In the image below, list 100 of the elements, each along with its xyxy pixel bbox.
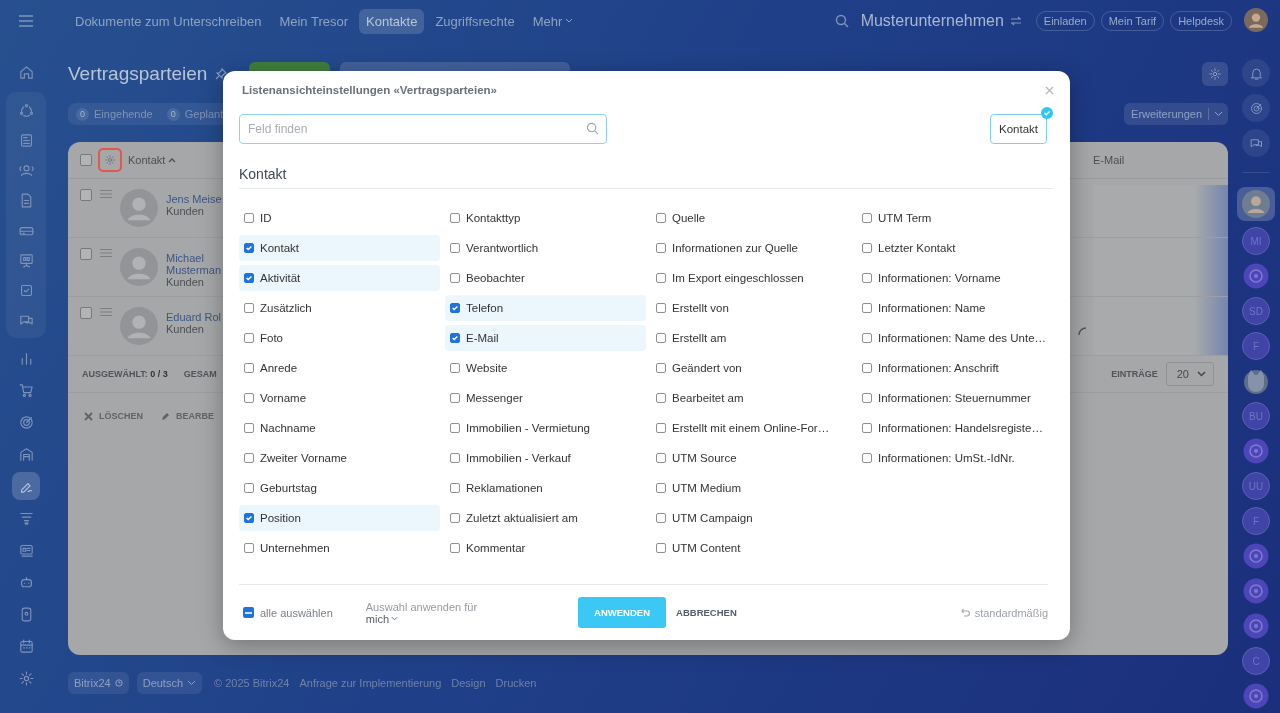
drag-handle-icon[interactable] [100,190,112,198]
menu-icon[interactable] [19,15,33,27]
field-label[interactable]: UTM Medium [672,482,741,494]
checkbox[interactable] [450,363,460,373]
checkbox[interactable] [450,423,460,433]
field-label[interactable]: UTM Source [672,452,737,464]
checkbox[interactable] [244,333,254,343]
checkbox[interactable] [244,213,254,223]
field-label[interactable]: Erstellt am [672,332,727,344]
checkbox[interactable] [862,213,872,223]
checkbox[interactable] [656,483,666,493]
checkbox[interactable] [244,483,254,493]
field-label[interactable]: Messenger [466,392,523,404]
checkbox[interactable] [450,393,460,403]
checkbox[interactable] [244,543,254,553]
field-label[interactable]: Geändert von [672,362,742,374]
app-button[interactable] [1242,262,1270,290]
field-label[interactable]: Telefon [466,302,504,314]
field-label[interactable]: UTM Content [672,542,741,554]
checkbox[interactable] [656,393,666,403]
checkbox[interactable] [656,363,666,373]
field-label[interactable]: Nachname [260,422,316,434]
app-button[interactable] [1242,437,1270,465]
field-label[interactable]: UTM Term [878,212,932,224]
field-label[interactable]: Zuletzt aktualisiert am [466,512,578,524]
cancel-button[interactable]: ABBRECHEN [676,607,737,618]
field-label[interactable]: Erstellt mit einem Online-For… [672,422,830,434]
page-size-select[interactable]: 20 [1165,362,1214,386]
checkbox[interactable] [862,333,872,343]
checkbox[interactable] [656,423,666,433]
user-avatar[interactable] [1237,187,1275,221]
checkbox[interactable] [656,243,666,253]
field-label[interactable]: Aktivität [260,272,301,284]
checkbox[interactable] [244,513,254,523]
checkbox[interactable] [244,273,254,283]
field-label[interactable]: Bearbeitet am [672,392,744,404]
column-header[interactable]: E-Mail [1093,154,1228,166]
nav-tab[interactable]: Zugriffsrechte [428,8,522,34]
field-label[interactable]: Informationen zur Quelle [672,242,798,254]
field-label[interactable]: Anrede [260,362,298,374]
field-label[interactable]: Erstellt von [672,302,729,314]
pin-icon[interactable] [215,68,228,80]
search-icon[interactable] [834,14,849,28]
checkbox[interactable] [656,273,666,283]
field-label[interactable]: Geburtstag [260,482,317,494]
target-button[interactable] [1242,94,1270,122]
checkbox[interactable] [862,393,872,403]
field-label[interactable]: Beobachter [466,272,525,284]
checkbox[interactable] [450,273,460,283]
checkbox[interactable] [656,543,666,553]
field-label[interactable]: Informationen: Name des Unte… [878,332,1047,344]
checkbox[interactable] [244,363,254,373]
field-label[interactable]: Immobilien - Verkauf [466,452,571,464]
checkbox[interactable] [244,393,254,403]
app-button[interactable] [1242,577,1270,605]
checkbox[interactable] [862,363,872,373]
checkbox[interactable] [80,189,92,201]
field-label[interactable]: Vorname [260,392,307,404]
signature-nav-item[interactable] [12,472,40,500]
checkbox[interactable] [244,303,254,313]
checkbox[interactable] [656,213,666,223]
field-label[interactable]: Informationen: Name [878,302,986,314]
field-label[interactable]: Website [466,362,508,374]
section-chip[interactable]: Kontakt [990,114,1047,144]
field-label[interactable]: E-Mail [466,332,499,344]
checkbox[interactable] [656,303,666,313]
field-label[interactable]: Informationen: Vorname [878,272,1001,284]
field-label[interactable]: Kontakt [260,242,299,254]
checkbox[interactable] [450,333,460,343]
field-label[interactable]: Informationen: Handelsregiste… [878,422,1043,434]
checkbox[interactable] [450,453,460,463]
grid-settings-button[interactable] [98,148,122,172]
checkbox[interactable] [450,213,460,223]
field-label[interactable]: UTM Campaign [672,512,753,524]
field-label[interactable]: Verantwortlich [466,242,539,254]
checkbox[interactable] [80,154,92,166]
checkbox[interactable] [862,453,872,463]
swap-icon[interactable] [1009,16,1022,26]
checkbox[interactable] [862,423,872,433]
checkbox[interactable] [862,243,872,253]
field-label[interactable]: Letzter Kontakt [878,242,956,254]
column-header[interactable]: Kontakt [128,154,177,166]
app-button[interactable] [1242,682,1270,710]
search-field[interactable]: Feld finden [239,114,607,144]
nav-tab[interactable]: Kontakte [359,8,425,34]
checkbox[interactable] [80,307,92,319]
field-label[interactable]: Kontakttyp [466,212,521,224]
chat-button[interactable] [1242,129,1270,157]
field-label[interactable]: Unternehmen [260,542,330,554]
app-button[interactable] [1242,612,1270,640]
checkbox[interactable] [244,423,254,433]
checkbox[interactable] [862,303,872,313]
field-label[interactable]: Position [260,512,301,524]
settings-button[interactable] [1202,62,1228,86]
select-all-label[interactable]: alle auswählen [260,606,333,619]
field-label[interactable]: Kommentar [466,542,526,554]
nav-tab[interactable]: Mehr [525,8,581,34]
company-name[interactable]: Musterunternehmen [860,12,1004,30]
field-label[interactable]: Im Export eingeschlossen [672,272,804,284]
field-label[interactable]: Reklamationen [466,482,543,494]
